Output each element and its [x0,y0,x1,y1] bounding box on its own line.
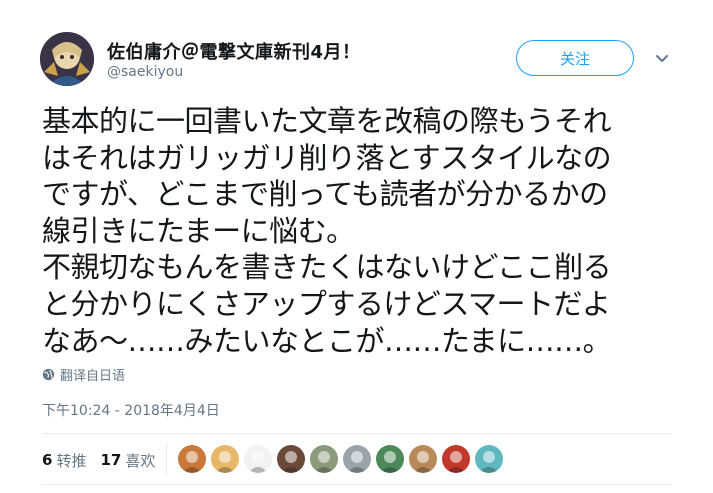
translate-link[interactable]: 翻译自日语 [42,365,125,384]
retweet-count-value: 6 [42,451,53,469]
author-handle[interactable]: @saekiyou [107,64,183,80]
retweet-count[interactable]: 6 转推 [42,450,86,471]
liker-avatars [178,445,508,473]
liker-avatar[interactable] [178,445,206,473]
like-count-value: 17 [100,451,122,469]
globe-icon [42,368,55,380]
author-name[interactable]: 佐伯庸介＠電撃文庫新刊4月！ [107,38,361,64]
like-count-label: 喜欢 [125,451,156,470]
like-count[interactable]: 17 喜欢 [100,450,155,471]
liker-avatar[interactable] [310,445,338,473]
tweet-line: ですが、どこまで削っても読者が分かるかの [42,177,608,212]
liker-avatar[interactable] [277,445,305,473]
chevron-down-icon[interactable] [654,50,670,66]
liker-avatar[interactable] [244,445,272,473]
liker-avatar[interactable] [343,445,371,473]
tweet-line: はそれはガリッガリ削り落とすスタイルなの [42,140,612,175]
liker-avatar[interactable] [211,445,239,473]
tweet-line: と分かりにくさアップするけどスマートだよ [42,286,611,321]
tweet-line: 基本的に一回書いた文章を改稿の際もうそれ [42,104,612,138]
retweet-count-label: 转推 [56,451,87,470]
author-avatar[interactable] [40,32,94,86]
liker-avatar[interactable] [442,445,470,473]
follow-button[interactable]: 关注 [516,40,634,76]
tweet-line: なあ～……みたいなとこが……たまに……。 [42,323,612,358]
tweet-timestamp[interactable]: 下午10:24 - 2018年4月4日 [42,400,220,420]
liker-avatar[interactable] [409,445,437,473]
stats-separator [166,443,167,475]
divider [42,433,672,434]
tweet-line: 不親切なもんを書きたくはないけどここ削る [42,250,612,285]
liker-avatar[interactable] [376,445,404,473]
divider [42,484,672,485]
tweet-text: 基本的に一回書いた文章を改稿の際もうそれ はそれはガリッガリ削り落とすスタイルな… [42,103,682,359]
liker-avatar[interactable] [475,445,503,473]
tweet-line: 線引きにたまーに悩む。 [42,213,355,248]
tweet-stats: 6 转推 17 喜欢 [42,449,169,471]
translate-label[interactable]: 翻译自日语 [60,365,125,384]
